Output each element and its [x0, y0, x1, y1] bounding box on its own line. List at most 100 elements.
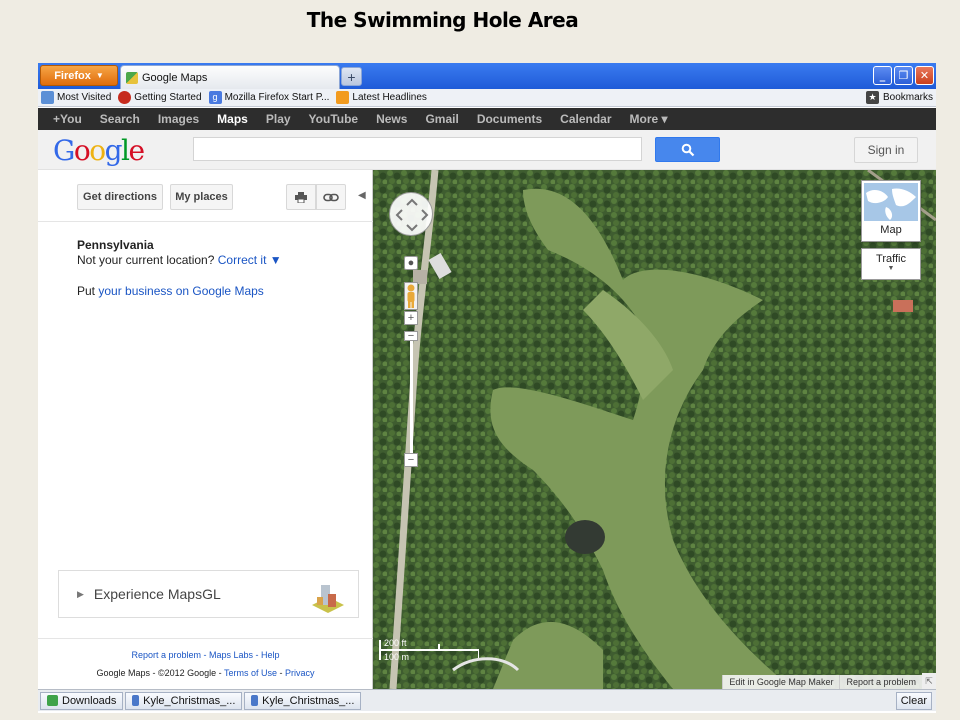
edit-map-maker-link[interactable]: Edit in Google Map Maker [722, 675, 840, 689]
correct-it-link[interactable]: Correct it ▼ [218, 253, 282, 267]
gbar-youtube[interactable]: YouTube [309, 112, 359, 126]
close-window-button[interactable]: ✕ [915, 66, 934, 85]
pegman-street-view[interactable] [404, 282, 418, 310]
restore-icon: ❐ [898, 69, 909, 82]
logo-letter: e [128, 134, 146, 167]
new-tab-button[interactable]: + [341, 67, 362, 86]
location-button[interactable]: ● [404, 256, 418, 270]
divider [38, 638, 373, 639]
search-input[interactable] [193, 137, 642, 161]
bookmarks-menu-label: Bookmarks [882, 92, 933, 103]
rss-feed-icon [336, 91, 350, 104]
star-icon: ★ [865, 91, 879, 104]
bookmark-getting-started[interactable]: Getting Started [118, 91, 202, 104]
status-bar: Downloads Kyle_Christmas_... Kyle_Christ… [38, 689, 936, 711]
document-icon [132, 695, 140, 706]
link-button[interactable] [316, 184, 346, 210]
clear-button[interactable]: Clear [895, 692, 932, 710]
footer-copyright: Google Maps - ©2012 Google - Terms of Us… [38, 668, 373, 678]
tab-title: Google Maps [142, 71, 208, 84]
minus-icon: − [407, 453, 415, 466]
search-button[interactable] [655, 137, 720, 162]
gbar-search[interactable]: Search [100, 112, 140, 126]
title-bar: Firefox ▼ Google Maps + _ ❐ ✕ [38, 63, 936, 89]
traffic-button[interactable]: Traffic ▼ [861, 248, 921, 280]
taskbar-item-1[interactable]: Kyle_Christmas_... [125, 691, 243, 710]
pegman-icon [407, 284, 415, 308]
sign-in-button[interactable]: Sign in [854, 137, 918, 163]
tab-google-maps[interactable]: Google Maps [120, 65, 340, 89]
zoom-in-button[interactable]: + [404, 311, 418, 325]
mapsgl-label: Experience MapsGL [93, 586, 221, 602]
location-title: Pennsylvania [77, 238, 154, 252]
logo-letter: G [53, 134, 75, 167]
print-button[interactable] [286, 184, 316, 210]
expand-corner-icon[interactable]: ⇱ [922, 673, 936, 689]
gbar-news[interactable]: News [376, 112, 407, 126]
downloads-button[interactable]: Downloads [40, 691, 124, 710]
zoom-slider-handle[interactable]: − [404, 330, 418, 341]
bookmark-mozilla-start[interactable]: g Mozilla Firefox Start P... [208, 91, 329, 104]
bookmark-label: Most Visited [57, 92, 112, 103]
gbar-documents[interactable]: Documents [477, 112, 542, 126]
bookmarks-menu-button[interactable]: ★ Bookmarks [865, 91, 933, 104]
my-places-button[interactable]: My places [170, 184, 233, 210]
bookmark-label: Getting Started [134, 92, 202, 103]
put-business-text: Put your business on Google Maps [77, 284, 264, 298]
gbar-gmail[interactable]: Gmail [425, 112, 458, 126]
report-problem-link[interactable]: Report a problem [839, 675, 922, 689]
bookmark-label: Latest Headlines [352, 92, 427, 103]
taskbar-item-label: Kyle_Christmas_... [143, 694, 236, 707]
firefox-menu-button[interactable]: Firefox ▼ [40, 65, 118, 86]
google-logo[interactable]: Google [53, 134, 146, 167]
terms-link[interactable]: Terms of Use [224, 668, 277, 678]
gbar-plus-you[interactable]: +You [53, 112, 82, 126]
collapse-panel-icon[interactable]: ◀ [358, 190, 366, 201]
zoom-slider-track[interactable] [410, 338, 413, 460]
map-type-map-button[interactable]: Map [861, 180, 921, 242]
downloads-label: Downloads [62, 694, 117, 707]
satellite-map[interactable]: ● + − − Map Traffic ▼ 200 ft 100 m Edit … [373, 170, 936, 689]
privacy-link[interactable]: Privacy [285, 668, 315, 678]
search-icon [681, 143, 694, 156]
gbar-images[interactable]: Images [158, 112, 199, 126]
document-icon [251, 695, 259, 706]
logo-letter: g [104, 134, 123, 167]
firefox-icon [118, 91, 132, 104]
pan-arrows-icon [395, 198, 429, 232]
taskbar-item-2[interactable]: Kyle_Christmas_... [244, 691, 362, 710]
business-link[interactable]: your business on Google Maps [98, 284, 263, 298]
logo-letter: o [89, 134, 106, 167]
scale-meters: 100 m [384, 652, 410, 662]
world-map-thumbnail [864, 183, 918, 221]
minimize-icon: _ [879, 69, 886, 82]
map-type-label: Map [880, 224, 902, 236]
experience-mapsgl-button[interactable]: ▶ Experience MapsGL [58, 570, 359, 618]
gbar-play[interactable]: Play [266, 112, 291, 126]
map-footer-links: Edit in Google Map Maker Report a proble… [722, 675, 922, 689]
gbar-maps[interactable]: Maps [217, 112, 248, 126]
close-icon: ✕ [919, 69, 930, 82]
location-question: Not your current location? Correct it ▼ [77, 253, 282, 267]
print-icon [295, 191, 307, 203]
location-dot-icon: ● [407, 256, 415, 269]
bookmark-most-visited[interactable]: Most Visited [41, 91, 111, 104]
gbar-calendar[interactable]: Calendar [560, 112, 611, 126]
left-panel: Get directions My places ◀ Pennsylvania … [38, 170, 373, 689]
google-g-icon: g [208, 91, 222, 104]
zoom-out-button[interactable]: − [404, 453, 418, 467]
bookmarks-toolbar: Most Visited Getting Started g Mozilla F… [38, 89, 936, 107]
search-header: Google Sign in [38, 130, 936, 170]
footer-links[interactable]: Report a problem - Maps Labs - Help [38, 650, 373, 660]
bookmark-latest-headlines[interactable]: Latest Headlines [336, 91, 427, 104]
minimize-button[interactable]: _ [873, 66, 892, 85]
caret-down-icon: ▼ [95, 71, 104, 80]
gbar-more[interactable]: More ▾ [630, 112, 668, 126]
satellite-imagery [373, 170, 936, 689]
restore-button[interactable]: ❐ [894, 66, 913, 85]
get-directions-button[interactable]: Get directions [77, 184, 163, 210]
pan-control[interactable] [389, 192, 433, 236]
download-icon [47, 695, 58, 706]
most-visited-icon [41, 91, 54, 104]
plus-icon: + [407, 311, 415, 324]
